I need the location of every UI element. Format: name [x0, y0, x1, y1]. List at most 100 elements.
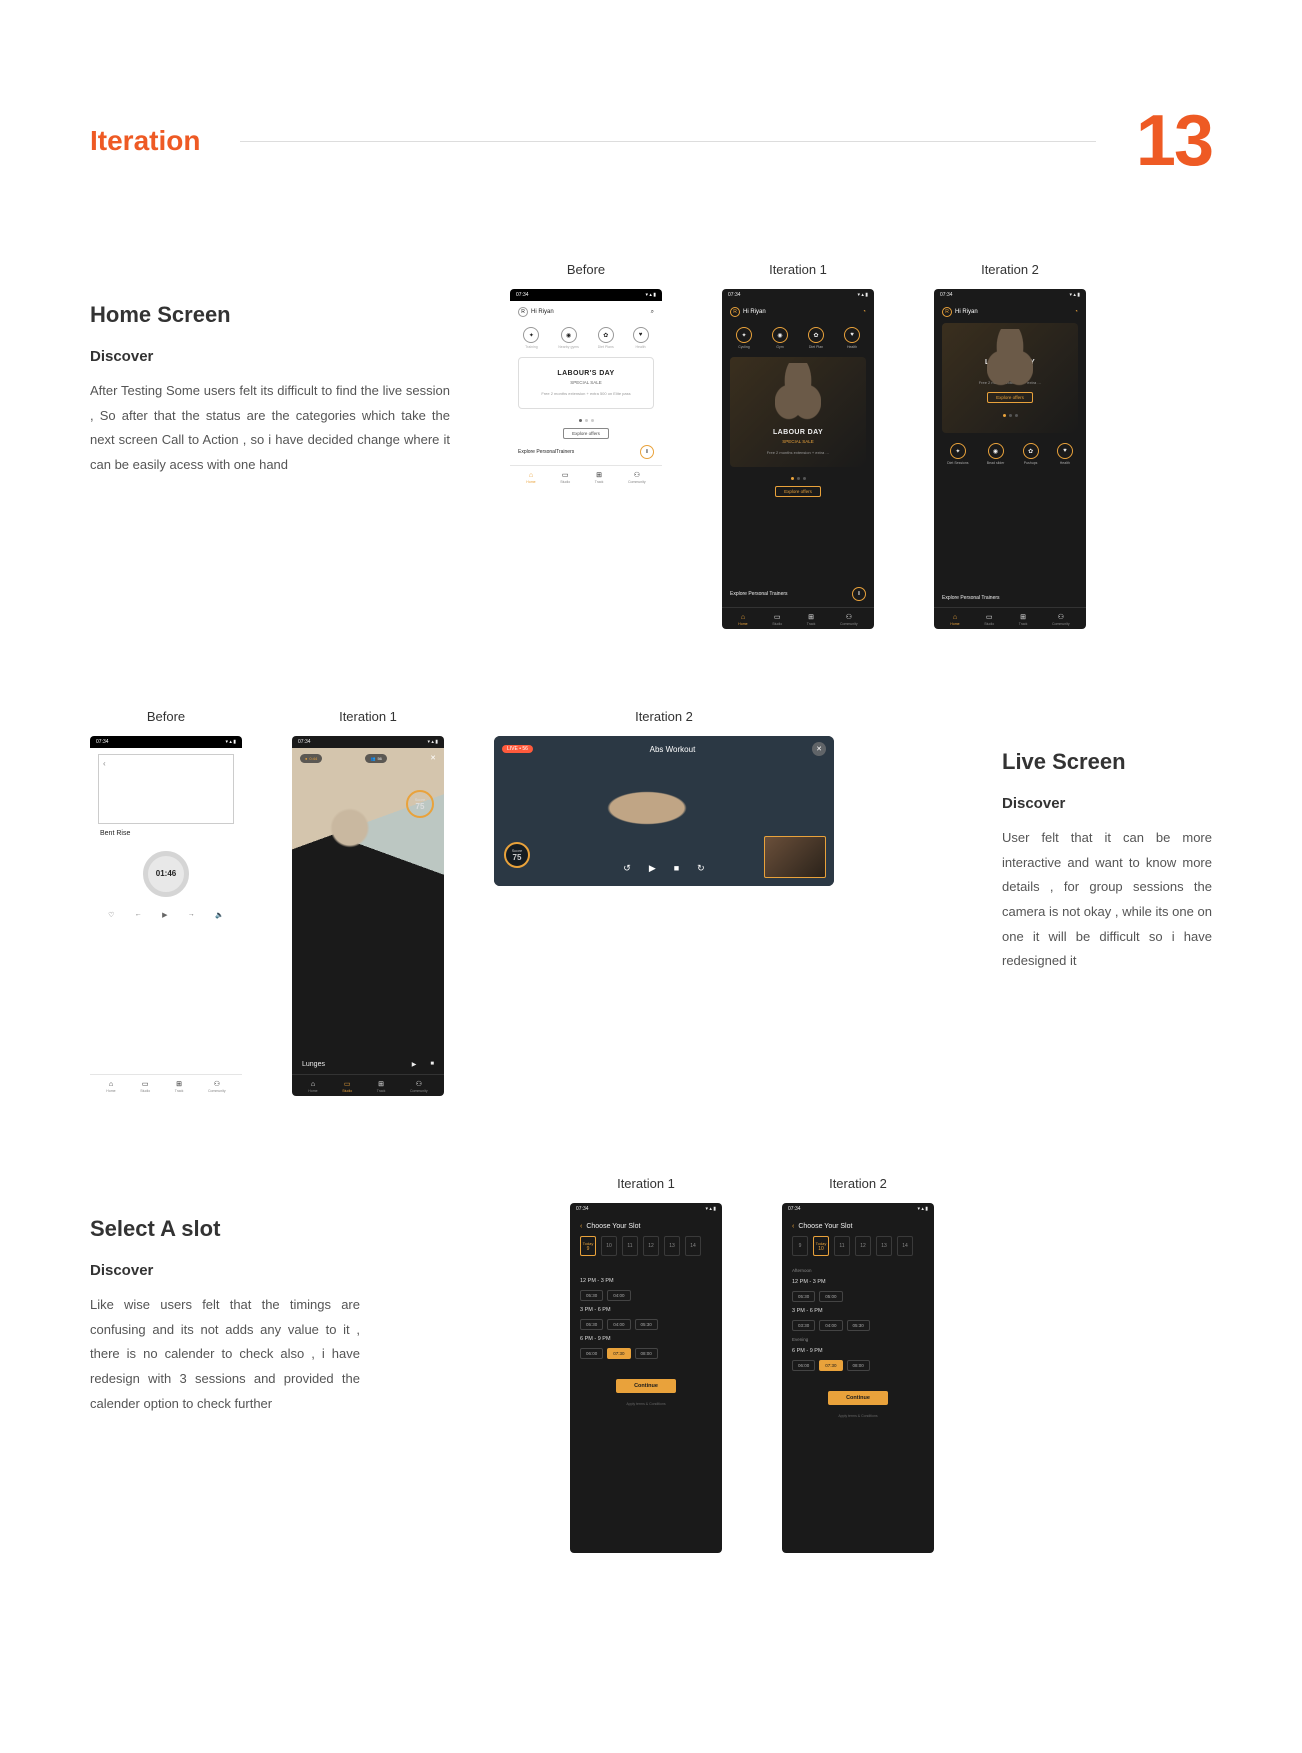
nav-home[interactable]: ⌂Home	[738, 613, 747, 626]
category-item[interactable]: ✦Training	[523, 327, 539, 349]
nav-home[interactable]: ⌂Home	[106, 1080, 115, 1093]
time-chip[interactable]: 05:30	[580, 1290, 603, 1301]
explore-trainers-row[interactable]: Explore Personal Trainers ⦀	[722, 585, 874, 607]
nav-studio[interactable]: ▭Studio	[140, 1080, 150, 1093]
date-cell[interactable]: Today9	[580, 1236, 596, 1256]
date-cell[interactable]: 13	[876, 1236, 892, 1256]
date-cell[interactable]: 9	[792, 1236, 808, 1256]
nav-track[interactable]: ⊞Track	[1019, 613, 1028, 626]
explore-trainers-row[interactable]: Explore PersonalTrainers ⦀	[510, 443, 662, 465]
back-icon[interactable]: ‹	[99, 755, 233, 772]
nav-track[interactable]: ⊞Track	[175, 1080, 184, 1093]
nav-track[interactable]: ⊞Track	[595, 471, 604, 484]
category-item[interactable]: ✿Diet Plans	[598, 327, 614, 349]
date-cell[interactable]: Today10	[813, 1236, 829, 1256]
back-icon[interactable]: ‹	[580, 1223, 582, 1230]
filter-icon[interactable]: ⦀	[640, 445, 654, 459]
nav-community[interactable]: ⚇Community	[410, 1080, 428, 1093]
pager-dots	[1003, 414, 1018, 417]
category-item[interactable]: ♥Health	[1057, 443, 1073, 465]
close-icon[interactable]: ✕	[430, 754, 436, 763]
like-icon[interactable]: ♡	[108, 911, 114, 919]
nav-community[interactable]: ⚇Community	[840, 613, 858, 626]
date-cell[interactable]: 13	[664, 1236, 680, 1256]
prev-icon[interactable]: ←	[135, 911, 142, 919]
category-item[interactable]: ◉Nearby gyms	[558, 327, 579, 349]
date-cell[interactable]: 10	[601, 1236, 617, 1256]
status-bar: 07:34▾ ▴ ▮	[292, 736, 444, 748]
time-chip[interactable]: 07:30	[819, 1360, 842, 1371]
nav-studio[interactable]: ▭Studio	[342, 1080, 352, 1093]
stop-icon[interactable]: ■	[430, 1061, 434, 1068]
time-chip[interactable]: 05:30	[635, 1319, 658, 1330]
explore-offers-button[interactable]: Explore offers	[987, 392, 1033, 403]
date-cell[interactable]: 11	[622, 1236, 638, 1256]
nav-track[interactable]: ⊞Track	[807, 613, 816, 626]
nav-community[interactable]: ⚇Community	[1052, 613, 1070, 626]
category-item[interactable]: ✦Cycling	[736, 327, 752, 349]
date-cell[interactable]: 11	[834, 1236, 850, 1256]
time-chip[interactable]: 07:30	[607, 1348, 630, 1359]
category-item[interactable]: ♥Health	[844, 327, 860, 349]
nav-home[interactable]: ⌂Home	[526, 471, 535, 484]
category-item[interactable]: ✦Diet Sessions	[947, 443, 968, 465]
home-iter1-col: Iteration 1 07:34▾ ▴ ▮ RHi Riyan ◔ ✦Cycl…	[722, 262, 874, 629]
category-item[interactable]: ◉Bead slider	[987, 443, 1005, 465]
promo-card[interactable]: LABOUR DAY SPECIAL SALE Free 2 months ex…	[942, 323, 1078, 433]
nav-track[interactable]: ⊞Track	[377, 1080, 386, 1093]
time-chip[interactable]: 08:00	[847, 1360, 870, 1371]
time-chip[interactable]: 04:00	[607, 1319, 630, 1330]
promo-card[interactable]: LABOUR'S DAY SPECIAL SALE Free 2 months …	[518, 357, 654, 409]
bell-icon[interactable]: ◔	[1074, 309, 1078, 315]
picture-in-picture[interactable]	[764, 836, 826, 878]
time-chip[interactable]: 05:30	[580, 1319, 603, 1330]
date-cell[interactable]: 12	[855, 1236, 871, 1256]
back-icon[interactable]: ‹	[792, 1223, 794, 1230]
category-item[interactable]: ♥Health	[633, 327, 649, 349]
nav-home[interactable]: ⌂Home	[950, 613, 959, 626]
time-chip[interactable]: 06:00	[792, 1360, 815, 1371]
nav-community[interactable]: ⚇Community	[208, 1080, 226, 1093]
continue-button[interactable]: Continue	[616, 1379, 676, 1393]
date-cell[interactable]: 14	[897, 1236, 913, 1256]
nav-studio[interactable]: ▭Studio	[772, 613, 782, 626]
time-chip[interactable]: 06:00	[580, 1348, 603, 1359]
forward-icon[interactable]: ↻	[697, 863, 705, 874]
time-chip[interactable]: 05:30	[847, 1320, 870, 1331]
play-icon[interactable]: ▶	[162, 911, 167, 919]
next-icon[interactable]: →	[188, 911, 195, 919]
play-icon[interactable]: ▶	[412, 1061, 417, 1068]
explore-offers-button[interactable]: Explore offers	[775, 486, 821, 497]
time-chip[interactable]: 05:00	[819, 1291, 842, 1302]
slot-body: ‹Choose Your Slot 9 Today10 11 12 13 14 …	[782, 1215, 934, 1426]
filter-icon[interactable]: ⦀	[852, 587, 866, 601]
time-chip[interactable]: 04:00	[607, 1290, 630, 1301]
community-icon: ⚇	[845, 613, 853, 621]
date-cell[interactable]: 12	[643, 1236, 659, 1256]
nav-community[interactable]: ⚇Community	[628, 471, 646, 484]
nav-studio[interactable]: ▭Studio	[560, 471, 570, 484]
category-item[interactable]: ◉Gym	[772, 327, 788, 349]
explore-offers-button[interactable]: Explore offers	[563, 428, 609, 439]
stop-icon[interactable]: ■	[674, 863, 679, 874]
time-chip[interactable]: 05:30	[792, 1291, 815, 1302]
continue-button[interactable]: Continue	[828, 1391, 888, 1405]
category-item[interactable]: ✿Pushups	[1023, 443, 1039, 465]
play-icon[interactable]: ▶	[649, 863, 656, 874]
nav-home[interactable]: ⌂Home	[308, 1080, 317, 1093]
promo-card[interactable]: LABOUR DAY SPECIAL SALE Free 2 months ex…	[730, 357, 866, 467]
nav-studio[interactable]: ▭Studio	[984, 613, 994, 626]
volume-icon[interactable]: 🔈	[215, 911, 224, 919]
time-chip[interactable]: 03:30	[792, 1320, 815, 1331]
greeting-text: Hi Riyan	[955, 309, 978, 315]
workout-title: Abs Workout	[650, 745, 696, 754]
close-icon[interactable]: ✕	[812, 742, 826, 756]
rewind-icon[interactable]: ↺	[623, 863, 631, 874]
bell-icon[interactable]: ◔	[862, 309, 866, 315]
time-chip[interactable]: 04:00	[819, 1320, 842, 1331]
search-icon[interactable]: ⌕	[651, 309, 654, 316]
explore-trainers-row[interactable]: Explore Personal Trainers	[934, 593, 1086, 607]
category-item[interactable]: ✿Diet Plan	[808, 327, 824, 349]
date-cell[interactable]: 14	[685, 1236, 701, 1256]
time-chip[interactable]: 08:00	[635, 1348, 658, 1359]
